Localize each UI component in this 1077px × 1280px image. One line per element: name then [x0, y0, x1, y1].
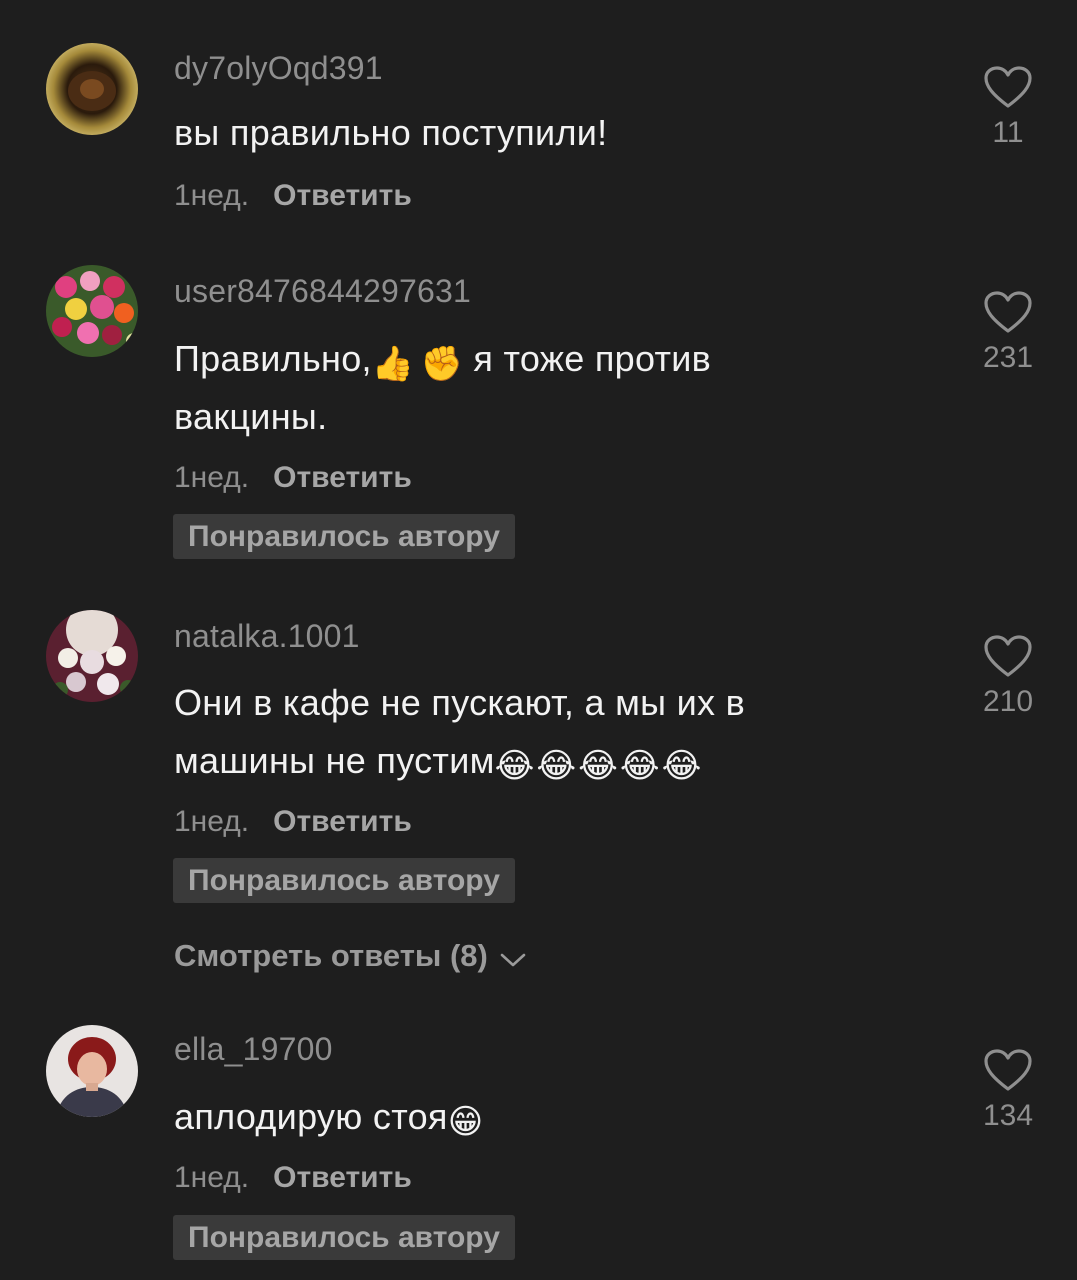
reply-button[interactable]: Ответить — [273, 179, 412, 212]
username[interactable]: user8476844297631 — [174, 273, 471, 310]
liked-by-author-badge: Понравилось автору — [173, 858, 515, 903]
heart-outline-icon — [984, 635, 1032, 677]
like-button[interactable]: 134 — [968, 1047, 1048, 1133]
comment-text: Правильно,👍 ✊ я тоже против вакцины. — [174, 330, 814, 446]
like-count: 134 — [982, 1099, 1034, 1132]
heart-outline-icon — [984, 291, 1032, 333]
comment-meta: 1нед. Ответить — [174, 179, 412, 213]
like-button[interactable]: 231 — [968, 289, 1048, 375]
reply-button[interactable]: Ответить — [273, 1161, 412, 1194]
view-replies-button[interactable]: Смотреть ответы (8) — [174, 938, 526, 976]
comment-text-part: Правильно, — [174, 338, 372, 379]
timestamp: 1нед. — [174, 179, 250, 212]
grinning-emoji: 😁 — [447, 1102, 484, 1142]
timestamp: 1нед. — [174, 1161, 250, 1194]
heart-outline-icon — [984, 1049, 1032, 1091]
like-count: 231 — [982, 341, 1034, 374]
like-button[interactable]: 210 — [968, 633, 1048, 719]
comment-text: Они в кафе не пускают, а мы их в машины … — [174, 674, 854, 790]
username[interactable]: dy7olyOqd391 — [174, 50, 383, 87]
laughing-tears-emoji: 😂😂😂😂😂 — [494, 746, 704, 786]
timestamp: 1нед. — [174, 805, 250, 838]
username[interactable]: natalka.1001 — [174, 618, 360, 655]
comment-text: аплодирую стоя😁 — [174, 1088, 874, 1146]
reply-button[interactable]: Ответить — [273, 805, 412, 838]
like-count: 11 — [992, 116, 1024, 149]
username[interactable]: ella_19700 — [174, 1031, 333, 1068]
reply-button[interactable]: Ответить — [273, 461, 412, 494]
timestamp: 1нед. — [174, 461, 250, 494]
comment-text: вы правильно поступили! — [174, 104, 874, 162]
like-button[interactable]: 11 — [968, 64, 1048, 150]
chevron-down-icon — [500, 940, 526, 976]
comment-meta: 1нед. Ответить — [174, 805, 412, 839]
raised-fist-emoji: ✊ — [420, 344, 464, 384]
like-count: 210 — [982, 685, 1034, 718]
thumbs-up-emoji: 👍 — [371, 344, 415, 384]
liked-by-author-badge: Понравилось автору — [173, 1215, 515, 1260]
comment-meta: 1нед. Ответить — [174, 1161, 412, 1195]
comment-text-content: аплодирую стоя — [174, 1096, 448, 1137]
liked-by-author-badge: Понравилось автору — [173, 514, 515, 559]
comment-meta: 1нед. Ответить — [174, 461, 412, 495]
avatar[interactable] — [46, 265, 138, 357]
avatar[interactable] — [46, 43, 138, 135]
heart-outline-icon — [984, 66, 1032, 108]
view-replies-label: Смотреть ответы (8) — [174, 938, 488, 973]
avatar[interactable] — [46, 1025, 138, 1117]
avatar[interactable] — [46, 610, 138, 702]
comment-text-content: вы правильно поступили! — [174, 112, 608, 153]
